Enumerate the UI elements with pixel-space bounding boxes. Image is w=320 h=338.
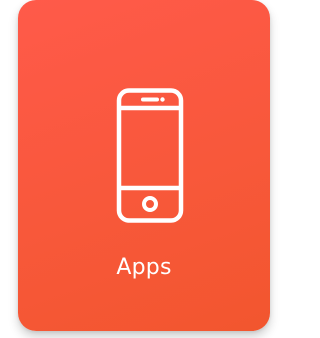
stage: Apps	[0, 0, 275, 338]
tile-label: Apps	[116, 255, 172, 280]
apps-tile[interactable]: Apps	[18, 0, 270, 331]
smartphone-icon	[116, 88, 184, 223]
